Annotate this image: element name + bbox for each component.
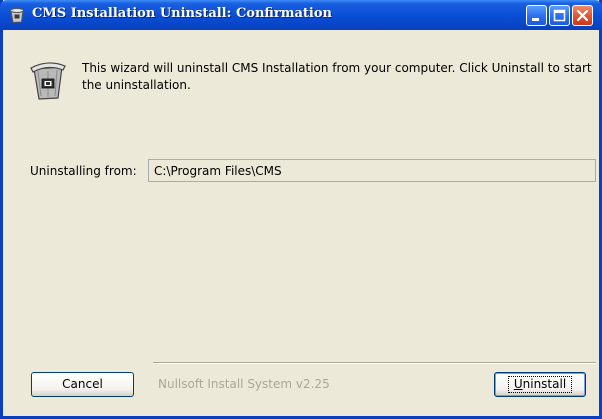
uninstaller-app-icon [10,8,24,24]
maximize-icon [553,9,566,22]
uninstall-path-field[interactable] [148,159,596,182]
uninstall-path-label: Uninstalling from: [30,164,137,178]
close-button[interactable] [572,5,593,26]
close-icon [576,9,589,22]
uninstall-button[interactable]: Uninstall [494,372,586,397]
cancel-button[interactable]: Cancel [31,372,134,397]
title-bar[interactable]: CMS Installation Uninstall: Confirmation [0,0,602,30]
installer-branding: Nullsoft Install System v2.25 [158,377,330,391]
trash-can-icon [30,62,66,100]
focus-ring: Uninstall [507,376,573,393]
footer-separator [153,362,596,364]
window-title: CMS Installation Uninstall: Confirmation [32,6,332,21]
minimize-button[interactable] [526,5,547,26]
intro-text: This wizard will uninstall CMS Installat… [82,61,592,92]
uninstaller-window: CMS Installation Uninstall: Confirmation… [0,0,602,419]
maximize-button[interactable] [549,5,570,26]
uninstall-mnemonic: U [513,377,523,391]
uninstall-label: ninstall [522,377,567,391]
minimize-icon [532,18,539,21]
